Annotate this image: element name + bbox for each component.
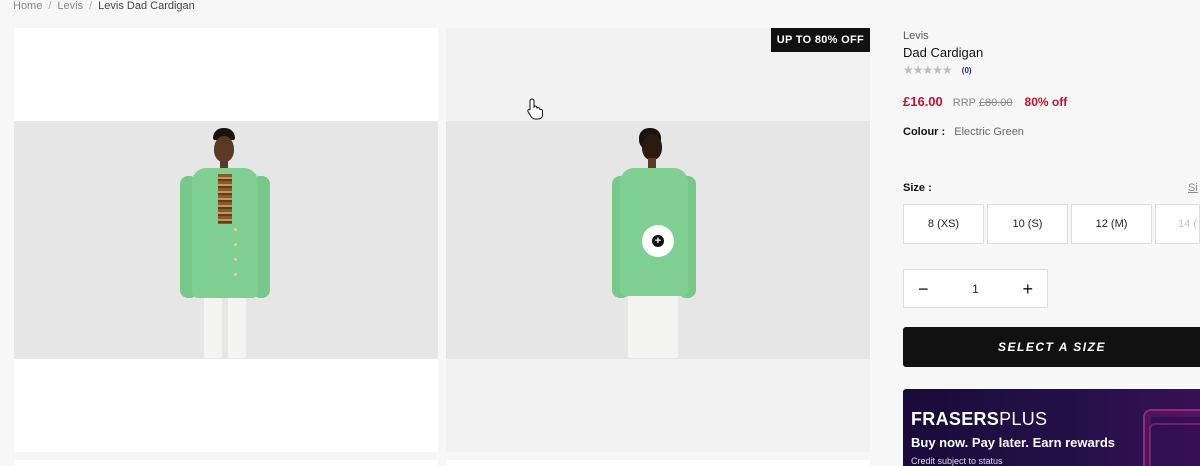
breadcrumb-home[interactable]: Home <box>13 0 42 12</box>
product-rating[interactable]: ★★★★★ (0) <box>903 63 1200 77</box>
hand-pointer-icon <box>527 98 543 120</box>
product-title: Dad Cardigan <box>903 45 984 60</box>
size-label: Size : <box>903 182 932 194</box>
promo-badge: UP TO 80% OFF <box>770 28 870 52</box>
frasers-plus-logo: FRASERSPLUS <box>911 409 1047 430</box>
frasers-note: Credit subject to status <box>911 456 1003 466</box>
zoom-button[interactable]: + <box>642 225 674 257</box>
product-page: Home / Levis / Levis Dad Cardigan + UP T… <box>0 0 1200 466</box>
colour-value: Electric Green <box>954 126 1024 138</box>
product-info: Levis Dad Cardigan ★★★★★ (0) £16.00 RRP … <box>903 30 1200 138</box>
quantity-stepper: − 1 + <box>903 269 1048 308</box>
select-size-button[interactable]: SELECT A SIZE <box>903 327 1200 367</box>
quantity-increase-button[interactable]: + <box>1022 280 1033 298</box>
discount-badge: 80% off <box>1024 95 1068 109</box>
frasers-logo-bold: FRASERS <box>911 409 1000 429</box>
size-option-12-m[interactable]: 12 (M) <box>1071 204 1152 244</box>
quantity-value[interactable]: 1 <box>972 282 979 296</box>
banner-pattern <box>1149 423 1200 466</box>
sale-price: £16.00 <box>903 94 943 109</box>
size-guide-link[interactable]: Si <box>1188 182 1198 194</box>
breadcrumb-separator: / <box>89 0 93 12</box>
rrp-label: RRP <box>952 97 976 109</box>
frasers-logo-light: PLUS <box>999 409 1048 429</box>
breadcrumb-current: Levis Dad Cardigan <box>98 0 195 12</box>
size-option-8-xs[interactable]: 8 (XS) <box>903 204 984 244</box>
quantity-decrease-button[interactable]: − <box>918 280 929 298</box>
rrp-value: £80.00 <box>978 97 1013 109</box>
frasers-tagline: Buy now. Pay later. Earn rewards <box>911 435 1115 450</box>
star-rating-icon: ★★★★★ <box>903 63 953 77</box>
plus-circle-icon: + <box>652 235 664 247</box>
colour-label: Colour : <box>903 126 946 138</box>
gallery-next-row <box>446 460 870 466</box>
breadcrumb-brand[interactable]: Levis <box>57 0 83 12</box>
gallery-next-row <box>14 460 438 466</box>
review-count[interactable]: (0) <box>962 66 972 75</box>
product-image-front[interactable] <box>14 28 438 452</box>
breadcrumb-separator: / <box>48 0 52 12</box>
breadcrumb: Home / Levis / Levis Dad Cardigan <box>13 0 195 12</box>
colour-row: Colour : Electric Green <box>903 126 1200 138</box>
product-image-back[interactable]: + UP TO 80% OFF <box>446 28 870 452</box>
product-brand[interactable]: Levis <box>903 30 1200 42</box>
price-row: £16.00 RRP £80.00 80% off <box>903 94 1200 109</box>
rrp: RRP £80.00 <box>953 97 1013 109</box>
size-option-10-s[interactable]: 10 (S) <box>987 204 1068 244</box>
frasers-plus-banner[interactable]: FRASERSPLUS Buy now. Pay later. Earn rew… <box>903 389 1200 466</box>
size-option-14-l[interactable]: 14 ( <box>1155 204 1200 244</box>
